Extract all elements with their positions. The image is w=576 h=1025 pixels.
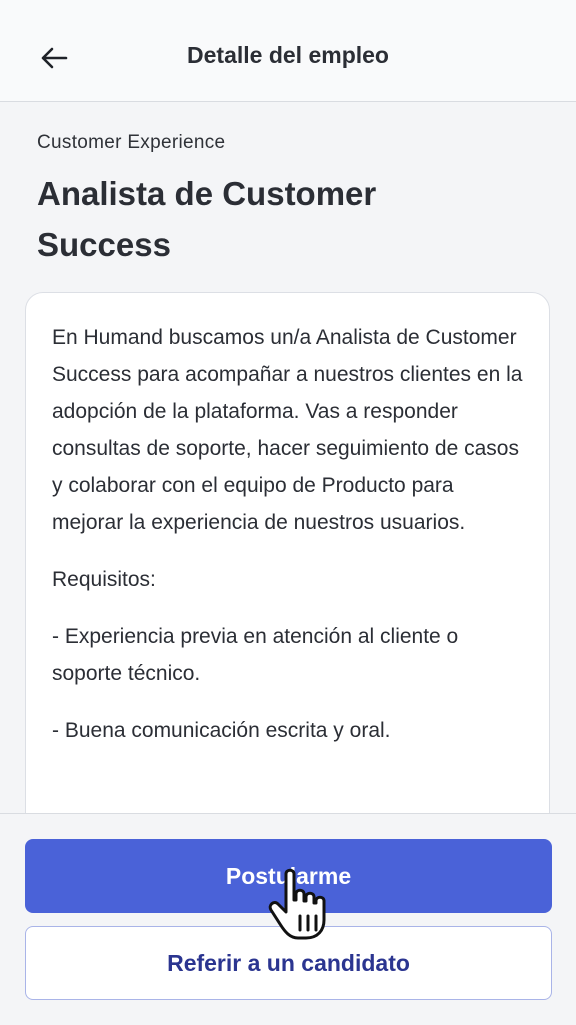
requirement-item: - Experiencia previa en atención al clie…	[52, 625, 459, 685]
job-detail-content[interactable]: Customer Experience Analista de Customer…	[0, 102, 576, 814]
job-category: Customer Experience	[37, 132, 226, 153]
job-title: Analista de Customer Success	[37, 175, 377, 263]
refer-candidate-button[interactable]: Referir a un candidato	[25, 926, 552, 1000]
action-footer: Postularme Referir a un candidato	[0, 813, 576, 1025]
top-app-bar: Detalle del empleo	[0, 0, 576, 102]
requirements-heading: Requisitos:	[52, 568, 156, 591]
job-description-card: En Humand buscamos un/a Analista de Cust…	[25, 292, 550, 814]
description-paragraph: En Humand buscamos un/a Analista de Cust…	[52, 326, 523, 534]
page-title: Detalle del empleo	[187, 42, 389, 68]
apply-button[interactable]: Postularme	[25, 839, 552, 913]
requirement-item: - Buena comunicación escrita y oral.	[52, 719, 391, 742]
